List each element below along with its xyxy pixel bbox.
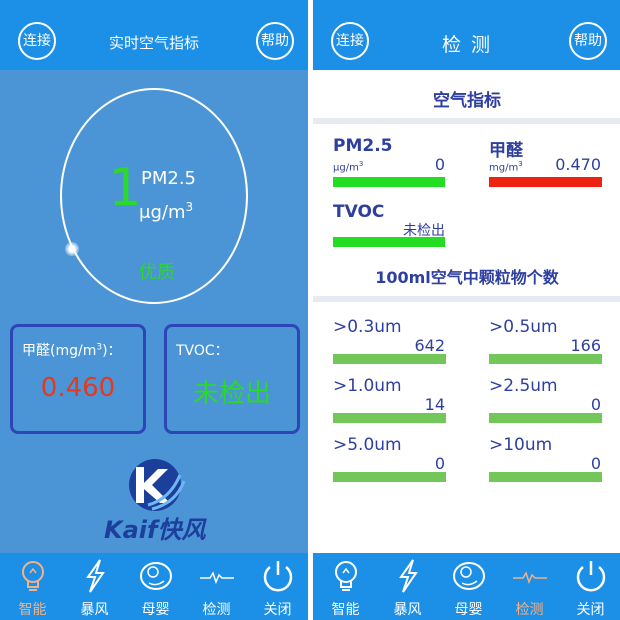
particle-value: 14	[424, 395, 445, 414]
particle-label: >1.0um	[333, 376, 402, 396]
tab-smart[interactable]: 智能	[315, 553, 376, 620]
pm25-unit-exponent: 3	[185, 200, 194, 214]
formaldehyde-value: 0.470	[555, 155, 601, 174]
tab-detect-label: 检测	[202, 602, 231, 618]
pulse-icon	[513, 571, 547, 585]
tab-baby-label: 母婴	[454, 602, 483, 618]
tab-close-label: 关闭	[263, 602, 292, 618]
tab-close[interactable]: 关闭	[560, 553, 620, 620]
top-bar: 连接 检 测 帮助	[313, 0, 620, 70]
formaldehyde-card-label: 甲醛(mg/m3)：	[22, 340, 122, 360]
pm25-unit: μg/m3	[333, 160, 363, 173]
tab-detect[interactable]: 检测	[499, 553, 560, 620]
section-divider	[313, 296, 620, 302]
pm25-label: PM2.5	[141, 168, 197, 189]
tab-close[interactable]: 关闭	[247, 553, 308, 620]
particle-bar	[489, 413, 602, 423]
tab-storm-label: 暴风	[80, 602, 109, 618]
tab-detect[interactable]: 检测	[186, 553, 247, 620]
power-icon	[576, 561, 606, 592]
particle-bar	[333, 472, 446, 482]
formaldehyde-card: 甲醛(mg/m3)： 0.460	[10, 324, 146, 434]
bottom-tab-bar: 智能 暴风 母婴 检测 关闭	[0, 553, 308, 620]
formaldehyde-unit: mg/m3	[489, 160, 523, 173]
pm25-value: 0	[434, 155, 445, 174]
particle-bar	[333, 354, 446, 364]
tab-baby-label: 母婴	[141, 602, 170, 618]
particle-bar	[333, 413, 446, 423]
tab-smart[interactable]: 智能	[2, 553, 63, 620]
tab-baby[interactable]: 母婴	[125, 553, 186, 620]
pm25-unit: μg/m3	[139, 200, 193, 223]
tab-baby[interactable]: 母婴	[438, 553, 499, 620]
particle-value: 0	[590, 454, 601, 473]
particle-value: 0	[434, 454, 445, 473]
tab-close-label: 关闭	[576, 602, 605, 618]
particle-label: >5.0um	[333, 435, 402, 455]
pm25-unit-exponent: 3	[358, 160, 364, 168]
formaldehyde-label-base: 甲醛(mg/m	[22, 343, 97, 359]
formaldehyde-unit-base: mg/m	[489, 162, 519, 174]
brand-logo-text: Kaif快风	[104, 516, 206, 544]
particle-bar	[489, 472, 602, 482]
realtime-air-screen: 连接 实时空气指标 帮助 1 PM2.5 μg/m3 优质 甲醛(mg/m3)：…	[0, 0, 308, 620]
air-quality-status: 优质	[139, 262, 175, 283]
pm25-unit-base: μg/m	[139, 202, 186, 223]
tvoc-card-label: TVOC：	[176, 343, 229, 359]
baby-icon	[140, 562, 172, 590]
page-title: 实时空气指标	[108, 34, 199, 52]
connect-button[interactable]: 连接	[331, 22, 369, 60]
help-button[interactable]: 帮助	[256, 22, 294, 60]
tvoc-bar	[333, 237, 445, 247]
particle-label: >10um	[489, 435, 553, 455]
tab-storm[interactable]: 暴风	[377, 553, 438, 620]
help-button[interactable]: 帮助	[569, 22, 607, 60]
pm25-unit-base: μg/m	[333, 162, 359, 174]
tab-storm[interactable]: 暴风	[64, 553, 125, 620]
pm25-name: PM2.5	[333, 136, 393, 156]
bulb-icon	[22, 561, 44, 591]
tvoc-card-value: 未检出	[192, 379, 271, 409]
top-bar: 连接 实时空气指标 帮助	[0, 0, 308, 70]
formaldehyde-bar	[489, 177, 602, 187]
tab-smart-label: 智能	[331, 602, 360, 618]
bottom-tab-bar: 智能 暴风 母婴 检测 关闭	[313, 553, 620, 620]
tab-storm-label: 暴风	[393, 602, 422, 618]
particle-value: 642	[414, 336, 445, 355]
particle-label: >0.3um	[333, 317, 402, 337]
particle-label: >0.5um	[489, 317, 558, 337]
tab-detect-label: 检测	[515, 602, 544, 618]
tvoc-card: TVOC： 未检出	[164, 324, 300, 434]
formaldehyde-card-value: 0.460	[40, 373, 116, 403]
page-title: 检 测	[441, 34, 493, 56]
lightning-icon	[86, 559, 105, 593]
tvoc-name: TVOC	[333, 202, 385, 222]
power-icon	[263, 561, 293, 592]
pulse-icon	[200, 571, 234, 585]
lightning-icon	[399, 559, 418, 593]
gauge-indicator-dot	[65, 242, 79, 256]
particle-value: 0	[590, 395, 601, 414]
baby-icon	[453, 562, 485, 590]
formaldehyde-label-tail: )：	[102, 343, 122, 359]
particle-value: 166	[570, 336, 601, 355]
section-divider	[313, 118, 620, 124]
formaldehyde-name: 甲醛	[489, 141, 523, 161]
particle-label: >2.5um	[489, 376, 558, 396]
particle-count-title: 100ml空气中颗粒物个数	[375, 268, 559, 287]
bulb-icon	[335, 561, 357, 591]
detection-screen: 连接 检 测 帮助 空气指标 PM2.5 μg/m3 0 甲醛 mg/m3 0.…	[313, 0, 620, 620]
tab-smart-label: 智能	[18, 602, 47, 618]
pm25-bar	[333, 177, 445, 187]
particle-bar	[489, 354, 602, 364]
air-index-title: 空气指标	[433, 91, 501, 111]
connect-button[interactable]: 连接	[18, 22, 56, 60]
